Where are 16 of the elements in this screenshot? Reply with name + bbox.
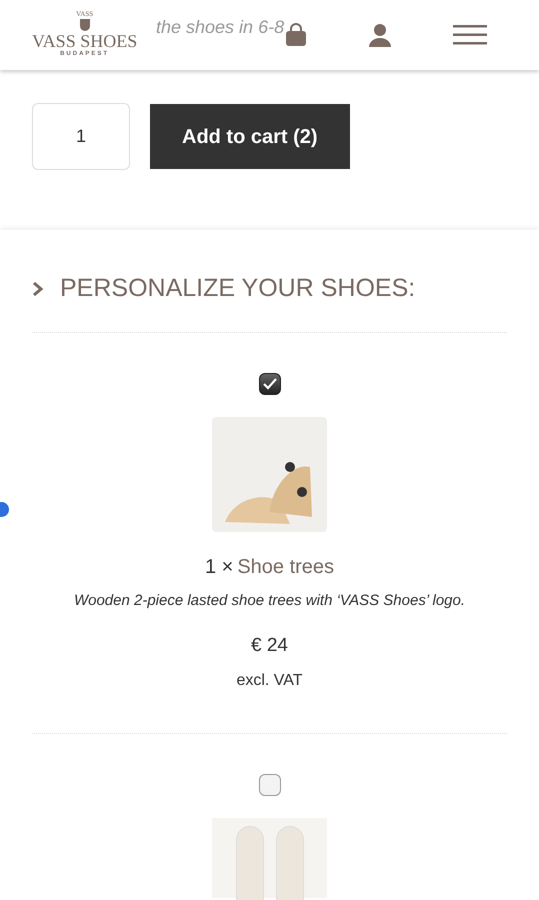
chevron-icon[interactable] <box>32 280 44 297</box>
shopping-bag-icon[interactable] <box>285 23 307 47</box>
product-link[interactable]: Shoe trees <box>237 552 334 582</box>
background-text: the shoes in 6-8 <box>156 16 284 39</box>
checkmark-icon <box>262 378 276 390</box>
section-title: PERSONALIZE YOUR SHOES: <box>60 273 416 304</box>
product-description: Wooden 2-piece lasted shoe trees with ‘VASS Shoes’ logo. <box>74 590 466 610</box>
quantity-field[interactable]: 1 <box>32 103 130 170</box>
add-to-cart-button[interactable]: Add to cart (2) <box>150 104 350 169</box>
checkbox[interactable] <box>258 774 280 796</box>
price: € 24 <box>251 634 288 658</box>
user-icon[interactable] <box>369 23 391 47</box>
menu-icon[interactable] <box>453 24 489 46</box>
tax-note: excl. VAT <box>236 670 303 690</box>
checkbox[interactable] <box>258 372 280 394</box>
quantity-text: 1 × <box>204 554 234 580</box>
